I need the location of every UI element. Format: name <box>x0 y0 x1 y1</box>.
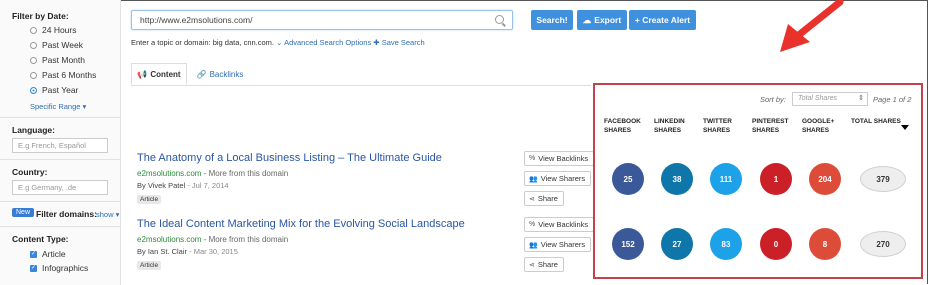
cloud-download-icon: ☁ <box>582 14 592 25</box>
divider <box>0 201 120 202</box>
search-input[interactable] <box>138 14 482 26</box>
share-icon: ⋖ <box>529 261 535 269</box>
more-from-domain-link[interactable]: - More from this domain <box>201 169 288 178</box>
search-box[interactable] <box>131 10 513 30</box>
red-arrow-icon <box>780 0 844 52</box>
specific-range-link[interactable]: Specific Range ▾ <box>30 102 86 111</box>
megaphone-icon: 📢 <box>137 69 148 79</box>
language-label: Language: <box>12 125 55 135</box>
date-option-24-hours[interactable]: 24 Hours <box>30 25 77 35</box>
tab-divider <box>131 85 591 86</box>
link-icon: % <box>529 155 536 162</box>
create-alert-button[interactable]: + Create Alert <box>629 10 696 30</box>
column-header-twitter[interactable]: TWITTER SHARES <box>703 117 739 135</box>
view-sharers-button[interactable]: 👥 View Sharers <box>524 171 592 186</box>
link-icon: 🔗 <box>196 69 207 79</box>
link-icon: % <box>529 221 536 228</box>
twitter-share-count: 83 <box>710 228 742 260</box>
column-header-facebook[interactable]: FACEBOOK SHARES <box>604 117 646 135</box>
content-type-infographics[interactable]: ✓ Infographics <box>30 263 88 273</box>
sort-by-label: Sort by: <box>760 95 786 104</box>
share-icon: ⋖ <box>529 195 535 203</box>
pagination-label: Page 1 of 2 <box>873 95 912 104</box>
sort-by-select[interactable]: Total Shares <box>792 92 868 106</box>
language-input[interactable]: E.g French, Español <box>12 138 108 153</box>
column-header-linkedin[interactable]: LINKEDIN SHARES <box>654 117 692 135</box>
google-share-count: 8 <box>809 228 841 260</box>
content-type-label: Content Type: <box>12 234 69 244</box>
date-option-past-week[interactable]: Past Week <box>30 40 83 50</box>
filter-by-date-label: Filter by Date: <box>12 11 69 21</box>
twitter-share-count: 111 <box>710 163 742 195</box>
country-label: Country: <box>12 167 48 177</box>
share-button[interactable]: ⋖ Share <box>524 191 564 206</box>
users-icon: 👥 <box>529 175 538 183</box>
article-byline: By Vivek Patel - Jul 7, 2014 <box>137 181 229 190</box>
article-domain: e2msolutions.com - More from this domain <box>137 169 288 178</box>
column-header-pinterest[interactable]: PINTEREST SHARES <box>752 117 794 135</box>
column-header-total[interactable]: TOTAL SHARES <box>851 117 905 126</box>
search-helper: Enter a topic or domain: big data, cnn.c… <box>131 38 425 47</box>
radio-icon <box>30 71 37 79</box>
chevron-down-icon: ⌄ <box>276 38 283 47</box>
tab-content[interactable]: 📢 Content <box>131 63 187 85</box>
country-input[interactable]: E.g Germany, .de <box>12 180 108 195</box>
save-search-link[interactable]: Save Search <box>382 38 425 47</box>
article-domain: e2msolutions.com - More from this domain <box>137 235 288 244</box>
search-button[interactable]: Search! <box>531 10 573 30</box>
checkbox-checked-icon: ✓ <box>30 264 37 272</box>
article-title-link[interactable]: The Ideal Content Marketing Mix for the … <box>137 218 465 230</box>
date-option-past-6-months[interactable]: Past 6 Months <box>30 70 96 80</box>
view-backlinks-button[interactable]: % View Backlinks <box>524 151 595 166</box>
filter-sidebar: Filter by Date: 24 Hours Past Week Past … <box>0 0 121 285</box>
filter-domains-show-link[interactable]: show ▾ <box>96 210 119 219</box>
article-title-link[interactable]: The Anatomy of a Local Business Listing … <box>137 152 442 164</box>
checkbox-checked-icon: ✓ <box>30 250 37 258</box>
facebook-share-count: 152 <box>612 228 644 260</box>
date-option-past-month[interactable]: Past Month <box>30 55 85 65</box>
domain-link[interactable]: e2msolutions.com <box>137 169 201 178</box>
advanced-search-link[interactable]: Advanced Search Options <box>284 38 371 47</box>
search-icon[interactable] <box>495 15 504 24</box>
linkedin-share-count: 27 <box>661 228 693 260</box>
more-from-domain-link[interactable]: - More from this domain <box>201 235 288 244</box>
domain-link[interactable]: e2msolutions.com <box>137 235 201 244</box>
google-share-count: 204 <box>809 163 841 195</box>
linkedin-share-count: 38 <box>661 163 693 195</box>
radio-icon <box>30 56 37 64</box>
share-button[interactable]: ⋖ Share <box>524 257 564 272</box>
filter-domains-label: Filter domains: <box>36 209 97 219</box>
article-byline: By Ian St. Clair - Mar 30, 2015 <box>137 247 238 256</box>
divider <box>0 159 120 160</box>
tab-backlinks[interactable]: 🔗 Backlinks <box>192 63 248 85</box>
content-type-article[interactable]: ✓ Article <box>30 249 66 259</box>
divider <box>0 117 120 118</box>
total-share-count: 379 <box>860 166 906 192</box>
total-share-count: 270 <box>860 231 906 257</box>
facebook-share-count: 25 <box>612 163 644 195</box>
view-sharers-button[interactable]: 👥 View Sharers <box>524 237 592 252</box>
article-type-tag: Article <box>137 195 162 204</box>
column-header-google[interactable]: GOOGLE+ SHARES <box>802 117 838 135</box>
radio-selected-icon <box>30 86 37 94</box>
view-backlinks-button[interactable]: % View Backlinks <box>524 217 595 232</box>
pinterest-share-count: 1 <box>760 163 792 195</box>
new-badge: New <box>12 208 35 217</box>
date-option-past-year[interactable]: Past Year <box>30 85 78 95</box>
article-type-tag: Article <box>137 261 162 270</box>
users-icon: 👥 <box>529 241 538 249</box>
radio-icon <box>30 26 37 34</box>
pinterest-share-count: 0 <box>760 228 792 260</box>
radio-icon <box>30 41 37 49</box>
export-button[interactable]: ☁ Export <box>577 10 627 30</box>
divider <box>0 226 120 227</box>
sort-caret-down-icon <box>901 125 909 130</box>
plus-icon: ✚ <box>373 38 380 47</box>
